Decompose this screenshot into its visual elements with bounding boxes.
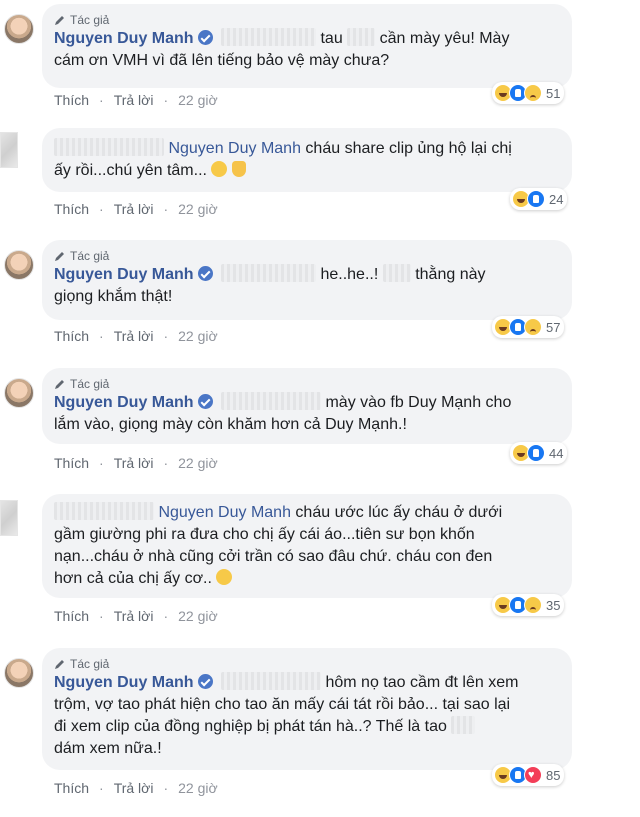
reactions-summary[interactable]: 57 <box>492 316 565 338</box>
reactions-summary[interactable]: 24 <box>510 188 568 210</box>
comment-bubble: Tác giả Nguyen Duy Manh he..he..! thằng … <box>42 240 572 320</box>
comment-bubble: Tác giả Nguyen Duy Manh mày vào fb Duy M… <box>42 368 572 444</box>
timestamp[interactable]: 22 giờ <box>178 92 218 108</box>
ok-hand-emoji-icon <box>231 161 246 177</box>
author-badge: Tác giả <box>54 12 560 28</box>
comment-author-name[interactable]: Nguyen Duy Manh <box>54 674 194 691</box>
smile-emoji-icon <box>211 161 228 177</box>
like-link[interactable]: Thích <box>54 780 89 796</box>
comment-author-name[interactable]: Nguyen Duy Manh <box>54 30 194 47</box>
reaction-count: 35 <box>546 597 561 613</box>
love-reaction-icon <box>524 766 542 784</box>
redacted-text <box>347 28 376 46</box>
comment-bubble: Nguyen Duy Manh cháu share clip ủng hộ l… <box>42 128 572 192</box>
like-link[interactable]: Thích <box>54 92 89 108</box>
comment-actions: Thích · Trả lời · 22 giờ <box>54 455 218 471</box>
reactions-summary[interactable]: 35 <box>492 594 565 616</box>
like-link[interactable]: Thích <box>54 201 89 217</box>
comment-author-name[interactable]: Nguyen Duy Manh <box>54 266 194 283</box>
sad-reaction-icon <box>524 596 542 614</box>
verified-badge-icon <box>197 394 213 409</box>
reaction-count: 57 <box>546 319 561 335</box>
reply-link[interactable]: Trả lời <box>114 201 154 217</box>
avatar[interactable] <box>0 500 18 536</box>
comment-bubble: Tác giả Nguyen Duy Manh tau cần mày yêu!… <box>42 4 572 88</box>
sad-reaction-icon <box>524 318 542 336</box>
comment-actions: Thích · Trả lời · 22 giờ <box>54 608 218 624</box>
like-link[interactable]: Thích <box>54 455 89 471</box>
redacted-text <box>221 264 317 282</box>
redacted-text <box>54 138 164 156</box>
author-badge: Tác giả <box>54 656 560 672</box>
reactions-summary[interactable]: 51 <box>492 82 565 104</box>
like-reaction-icon <box>527 444 545 462</box>
verified-badge-icon <box>197 30 213 45</box>
verified-badge-icon <box>197 674 213 689</box>
reaction-count: 85 <box>546 767 561 783</box>
comment-author-name[interactable]: Nguyen Duy Manh <box>168 140 301 157</box>
avatar[interactable] <box>4 378 34 408</box>
avatar[interactable] <box>4 658 34 688</box>
timestamp[interactable]: 22 giờ <box>178 455 218 471</box>
author-badge: Tác giả <box>54 248 560 264</box>
redacted-text <box>54 502 154 520</box>
like-link[interactable]: Thích <box>54 608 89 624</box>
reply-link[interactable]: Trả lời <box>114 608 154 624</box>
reply-link[interactable]: Trả lời <box>114 328 154 344</box>
reply-link[interactable]: Trả lời <box>114 455 154 471</box>
comment-author-name[interactable]: Nguyen Duy Manh <box>54 394 194 411</box>
redacted-text <box>221 28 317 46</box>
avatar[interactable] <box>0 132 18 168</box>
verified-badge-icon <box>197 266 213 281</box>
timestamp[interactable]: 22 giờ <box>178 328 218 344</box>
timestamp[interactable]: 22 giờ <box>178 608 218 624</box>
reaction-count: 51 <box>546 85 561 101</box>
reply-link[interactable]: Trả lời <box>114 92 154 108</box>
redacted-text <box>221 672 322 690</box>
timestamp[interactable]: 22 giờ <box>178 780 218 796</box>
redacted-text <box>221 392 322 410</box>
comment-actions: Thích · Trả lời · 22 giờ <box>54 201 218 217</box>
sad-reaction-icon <box>524 84 542 102</box>
reactions-summary[interactable]: 85 <box>492 764 565 786</box>
comment-actions: Thích · Trả lời · 22 giờ <box>54 92 218 108</box>
like-reaction-icon <box>527 190 545 208</box>
author-badge: Tác giả <box>54 376 560 392</box>
timestamp[interactable]: 22 giờ <box>178 201 218 217</box>
reply-link[interactable]: Trả lời <box>114 780 154 796</box>
reaction-count: 44 <box>549 445 564 461</box>
comment-actions: Thích · Trả lời · 22 giờ <box>54 780 218 796</box>
comment-author-name[interactable]: Nguyen Duy Manh <box>158 504 291 521</box>
pencil-icon <box>55 252 64 261</box>
pencil-icon <box>55 660 64 669</box>
redacted-text <box>451 716 476 734</box>
comment-bubble: Tác giả Nguyen Duy Manh hôm nọ tao cầm đ… <box>42 648 572 770</box>
pencil-icon <box>55 380 64 389</box>
avatar[interactable] <box>4 250 34 280</box>
avatar[interactable] <box>4 14 34 44</box>
like-link[interactable]: Thích <box>54 328 89 344</box>
reactions-summary[interactable]: 44 <box>510 442 568 464</box>
grinning-sweat-emoji-icon <box>216 569 233 585</box>
comment-actions: Thích · Trả lời · 22 giờ <box>54 328 218 344</box>
redacted-text <box>382 264 411 282</box>
pencil-icon <box>55 16 64 25</box>
reaction-count: 24 <box>549 191 564 207</box>
comment-bubble: Nguyen Duy Manh cháu ước lúc ấy cháu ở d… <box>42 494 572 598</box>
